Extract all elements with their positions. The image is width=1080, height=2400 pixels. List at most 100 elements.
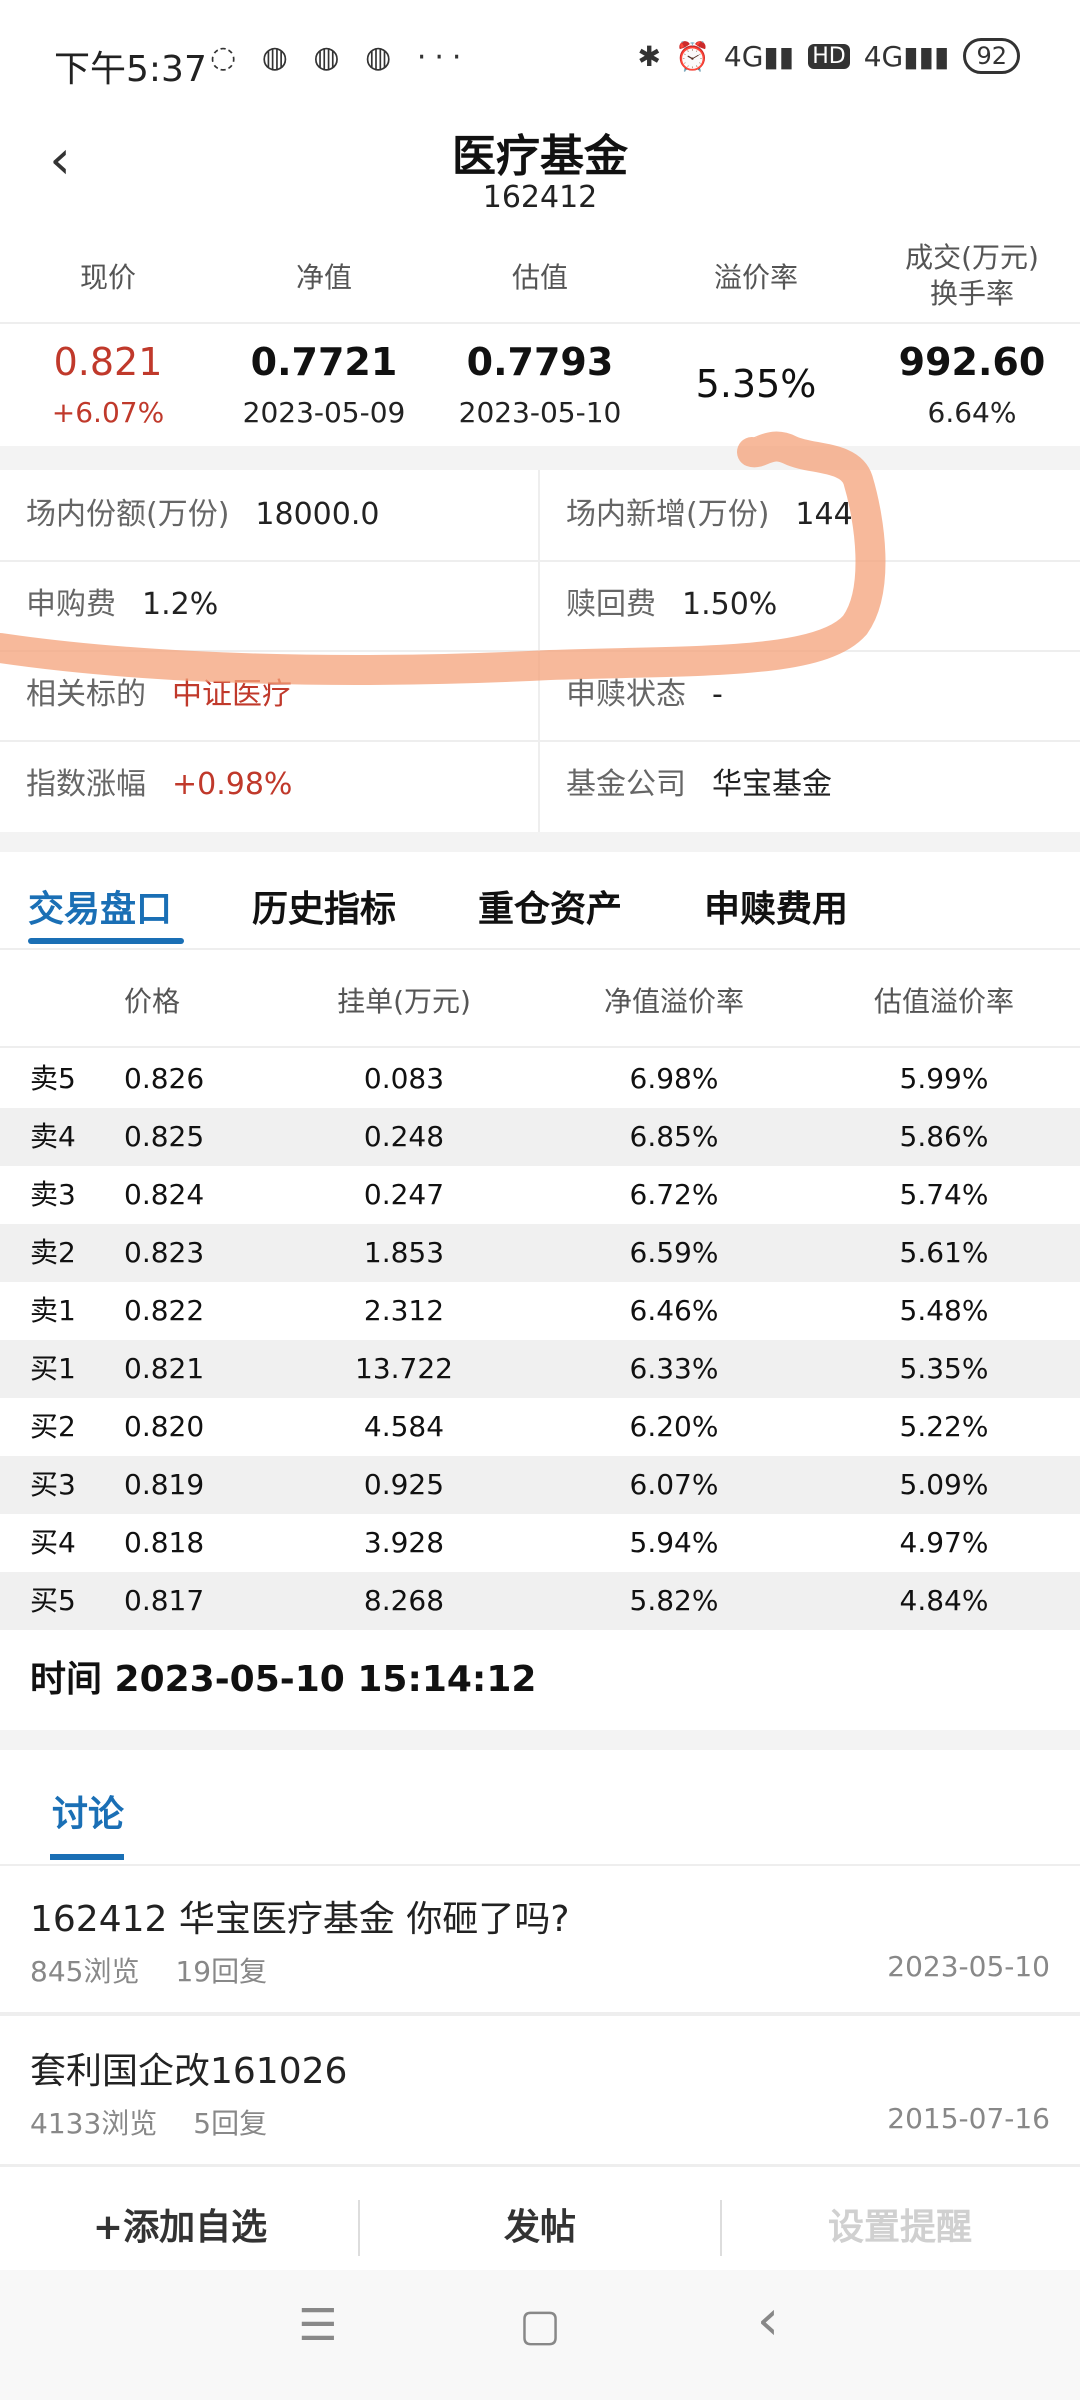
page-title: 医疗基金: [452, 131, 628, 182]
row-est-premium: 4.97%: [899, 1526, 989, 1559]
row-price: 0.823: [124, 1236, 205, 1269]
row-nav-premium: 6.07%: [629, 1468, 719, 1501]
nav-date: 2023-05-09: [242, 396, 406, 429]
table-row: 买5 0.817 8.268 5.82% 4.84%: [0, 1572, 1080, 1630]
row-amount: 2.312: [363, 1294, 445, 1327]
signal-icon: 4G▮▮: [723, 39, 795, 73]
discussion-indicator: [50, 1854, 124, 1860]
info-redeem-value: 1.50%: [682, 587, 778, 622]
row-label: 卖1: [30, 1294, 76, 1327]
post-date: 2015-07-16: [887, 2102, 1050, 2135]
turnover-value: 6.64%: [927, 396, 1017, 429]
price-change: +6.07%: [51, 396, 165, 429]
info-purchase-value: 1.2%: [142, 587, 219, 622]
tab-discussion[interactable]: 讨论: [52, 1785, 124, 1837]
table-row: 卖1 0.822 2.312 6.46% 5.48%: [0, 1282, 1080, 1340]
volume-value: 992.60: [898, 340, 1046, 384]
row-amount: 0.083: [363, 1062, 445, 1095]
post-meta: 845浏览 19回复: [30, 1950, 303, 1990]
divider: [0, 1864, 1080, 1866]
post-title[interactable]: 套利国企改161026: [30, 2042, 347, 2094]
signal-icon-2: 4G▮▮▮: [863, 39, 950, 73]
tab-holdings[interactable]: 重仓资产: [478, 880, 622, 932]
header-premium: 溢价率: [713, 261, 798, 294]
current-price: 0.821: [53, 340, 163, 384]
tab-history[interactable]: 历史指标: [252, 880, 396, 932]
section-gap: [0, 832, 1080, 852]
row-nav-premium: 6.33%: [629, 1352, 719, 1385]
header-price: 现价: [79, 261, 136, 294]
info-index-label: 指数涨幅: [26, 767, 146, 802]
post-meta: 4133浏览 5回复: [30, 2102, 303, 2142]
row-amount: 4.584: [363, 1410, 445, 1443]
post-replies: 19回复: [175, 1955, 268, 1988]
tab-indicator: [28, 938, 184, 944]
row-price: 0.822: [124, 1294, 205, 1327]
divider: [0, 322, 1080, 324]
divider: [0, 1046, 1080, 1048]
row-amount: 0.248: [363, 1120, 445, 1153]
info-status: 申赎状态 -: [566, 650, 723, 740]
info-target: 相关标的 中证医疗: [26, 650, 292, 740]
info-target-value[interactable]: 中证医疗: [172, 677, 292, 712]
row-amount: 1.853: [363, 1236, 445, 1269]
row-price: 0.819: [124, 1468, 205, 1501]
row-nav-premium: 6.46%: [629, 1294, 719, 1327]
table-row: 买2 0.820 4.584 6.20% 5.22%: [0, 1398, 1080, 1456]
add-watchlist-button[interactable]: +添加自选: [0, 2178, 360, 2278]
row-nav-premium: 6.72%: [629, 1178, 719, 1211]
update-time: 时间 2023-05-10 15:14:12: [30, 1659, 537, 1700]
post-button[interactable]: 发帖: [360, 2178, 720, 2278]
header-volume-label: 成交(万元): [905, 241, 1039, 274]
section-gap: [0, 446, 1080, 470]
col-nav-premium: 净值溢价率: [603, 985, 744, 1018]
row-amount: 8.268: [363, 1584, 445, 1617]
status-right: ✱ ⏰ 4G▮▮ HD 4G▮▮▮ 92: [638, 38, 1020, 74]
premium-value: 5.35%: [695, 362, 817, 406]
status-time: 下午5:37: [54, 49, 207, 90]
hd-icon: HD: [808, 43, 850, 69]
header-volume: 成交(万元) 换手率: [864, 240, 1080, 312]
row-est-premium: 5.61%: [899, 1236, 989, 1269]
row-nav-premium: 6.20%: [629, 1410, 719, 1443]
row-label: 卖3: [30, 1178, 76, 1211]
row-amount: 0.247: [363, 1178, 445, 1211]
post-replies: 5回复: [193, 2107, 268, 2140]
col-est-premium: 估值溢价率: [873, 985, 1014, 1018]
row-amount: 3.928: [363, 1526, 445, 1559]
back-nav-icon[interactable]: ‹: [728, 2288, 808, 2353]
row-label: 买2: [30, 1410, 76, 1443]
row-est-premium: 5.22%: [899, 1410, 989, 1443]
row-nav-premium: 6.98%: [629, 1062, 719, 1095]
table-row: 买4 0.818 3.928 5.94% 4.97%: [0, 1514, 1080, 1572]
row-est-premium: 4.84%: [899, 1584, 989, 1617]
info-redeem-label: 赎回费: [566, 587, 656, 622]
divider: [0, 948, 1080, 950]
table-row: 卖5 0.826 0.083 6.98% 5.99%: [0, 1050, 1080, 1108]
tab-fees[interactable]: 申赎费用: [704, 880, 848, 932]
row-label: 买4: [30, 1526, 76, 1559]
row-est-premium: 5.09%: [899, 1468, 989, 1501]
est-date: 2023-05-10: [458, 396, 622, 429]
set-alert-button[interactable]: 设置提醒: [720, 2178, 1080, 2278]
row-nav-premium: 5.82%: [629, 1584, 719, 1617]
post-date: 2023-05-10: [887, 1950, 1050, 1983]
row-est-premium: 5.35%: [899, 1352, 989, 1385]
row-price: 0.826: [124, 1062, 205, 1095]
post-title[interactable]: 162412 华宝医疗基金 你砸了吗?: [30, 1890, 569, 1942]
post-views: 845浏览: [30, 1955, 140, 1988]
row-nav-premium: 6.85%: [629, 1120, 719, 1153]
home-icon[interactable]: ▢: [500, 2300, 580, 2351]
menu-icon[interactable]: ☰: [278, 2300, 358, 2351]
table-row: 卖2 0.823 1.853 6.59% 5.61%: [0, 1224, 1080, 1282]
info-index-value: +0.98%: [172, 767, 293, 802]
tab-trading[interactable]: 交易盘口: [28, 880, 172, 932]
notification-icons: ◌ ◍ ◍ ◍ ···: [210, 40, 470, 75]
info-shares-value: 18000.0: [255, 497, 380, 532]
row-amount: 13.722: [355, 1352, 453, 1385]
row-label: 买1: [30, 1352, 76, 1385]
divider: [0, 2164, 1080, 2167]
info-company-value: 华宝基金: [712, 767, 832, 802]
info-redeem: 赎回费 1.50%: [566, 560, 777, 650]
col-amount: 挂单(万元): [337, 985, 471, 1018]
